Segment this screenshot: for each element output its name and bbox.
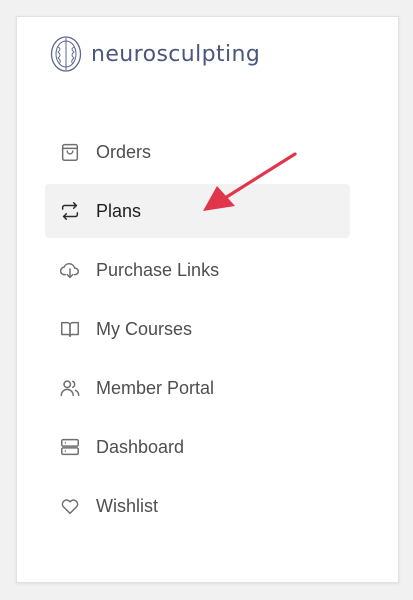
sidebar-item-dashboard[interactable]: Dashboard	[45, 420, 350, 474]
brain-logo-icon	[49, 35, 83, 73]
sidebar-item-label: Member Portal	[96, 377, 215, 398]
shopping-bag-icon	[58, 140, 82, 164]
repeat-arrows-icon	[58, 199, 82, 223]
users-icon	[58, 376, 82, 400]
brand-name: neurosculpting	[91, 41, 261, 67]
sidebar-item-wishlist[interactable]: Wishlist	[45, 479, 350, 533]
sidebar-item-label: My Courses	[96, 318, 193, 339]
sidebar-item-label: Dashboard	[96, 436, 185, 457]
sidebar-item-member-portal[interactable]: Member Portal	[45, 361, 350, 415]
sidebar-item-label: Wishlist	[96, 495, 158, 516]
cloud-download-icon	[58, 258, 82, 282]
server-icon	[58, 435, 82, 459]
sidebar-item-purchase-links[interactable]: Purchase Links	[45, 243, 350, 297]
brand[interactable]: neurosculpting	[49, 33, 260, 75]
sidebar-panel: neurosculpting Orders Plans Purchase Lin…	[16, 16, 399, 583]
open-book-icon	[58, 317, 82, 341]
sidebar-item-my-courses[interactable]: My Courses	[45, 302, 350, 356]
sidebar-item-label: Plans	[96, 200, 142, 221]
annotation-arrow-icon	[203, 152, 297, 211]
sidebar-item-label: Orders	[96, 141, 152, 162]
sidebar-item-label: Purchase Links	[96, 259, 220, 280]
heart-icon	[58, 494, 82, 518]
